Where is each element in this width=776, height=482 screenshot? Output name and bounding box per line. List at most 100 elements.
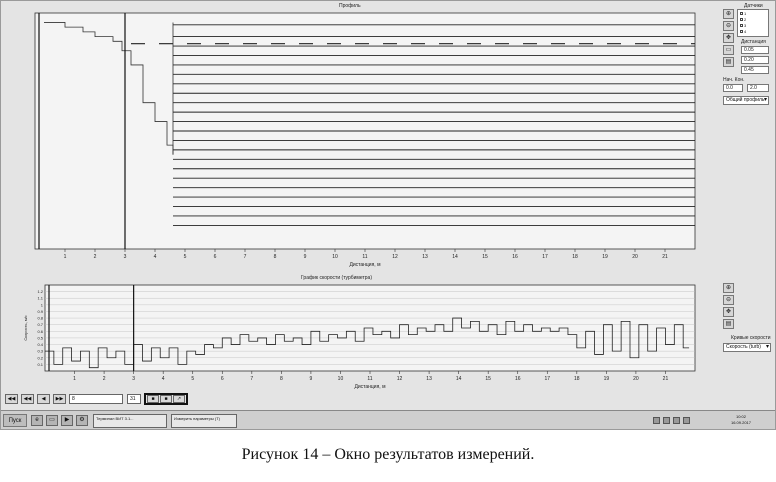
- y-tick-label: 0.5: [37, 335, 43, 340]
- zoom-in-icon: ⊕: [725, 285, 732, 291]
- back-button[interactable]: ◀: [37, 394, 50, 404]
- clock[interactable]: 10:02 16.09.2017: [731, 414, 751, 426]
- tray-volume-icon[interactable]: [663, 417, 670, 424]
- x-tick-label: 19: [602, 254, 608, 260]
- x-tick-label: 10: [332, 254, 338, 260]
- y-tick-label: 1.1: [37, 296, 43, 301]
- x-tick-label: 11: [362, 254, 367, 260]
- sensor-item[interactable]: 2: [740, 17, 746, 22]
- zoom-in-icon: ⊕: [725, 11, 732, 17]
- x-tick-label: 7: [244, 254, 247, 260]
- tray-power-icon[interactable]: [683, 417, 690, 424]
- sensor-item[interactable]: 3: [740, 23, 746, 28]
- figure-caption: Рисунок 14 – Окно результатов измерений.: [241, 446, 535, 463]
- profile-mode-select[interactable]: Общий профиль: [723, 96, 769, 105]
- x-tick-label: 1: [64, 254, 67, 260]
- fit-icon: ▭: [725, 47, 732, 53]
- distance-field-2[interactable]: 0.20: [741, 56, 769, 64]
- x-tick-label: 20: [632, 254, 638, 260]
- zoom-out-icon: ⊖: [725, 23, 732, 29]
- y-axis-label: Скорость, м/с: [23, 315, 28, 340]
- x-tick-label: 12: [397, 376, 403, 382]
- start-button[interactable]: Пуск: [3, 414, 27, 427]
- sensor-item[interactable]: 4: [740, 29, 746, 34]
- media-icon[interactable]: ▶: [61, 415, 73, 426]
- tool-c-button[interactable]: ↗: [173, 395, 185, 403]
- speed-chart[interactable]: 0.10.20.30.40.50.60.70.80.911.11.21 2 3 4 5 6…: [21, 281, 711, 391]
- distance-field-1[interactable]: 0.05: [741, 46, 769, 54]
- x-tick-label: 8: [274, 254, 277, 260]
- tool-a-button[interactable]: ■: [147, 395, 159, 403]
- y-tick-label: 0.9: [37, 309, 43, 314]
- x-tick-label: 14: [456, 376, 462, 382]
- task-terminal[interactable]: Терминал ВИТ 3.1...: [93, 414, 167, 428]
- tray-flag-icon[interactable]: [673, 417, 680, 424]
- speed-pan-button[interactable]: ✥: [723, 307, 734, 317]
- y-tick-label: 0.3: [37, 349, 43, 354]
- x-tick-label: 21: [662, 254, 668, 260]
- task-measure[interactable]: Измерить параметры (T): [171, 414, 237, 428]
- depth-start-field[interactable]: 0.0: [723, 84, 743, 92]
- depth-end-field[interactable]: 2.0: [747, 84, 769, 92]
- x-tick-label: 2: [103, 376, 106, 382]
- y-tick-label: 0.8: [37, 316, 43, 321]
- sensor-item[interactable]: 1: [740, 11, 746, 16]
- position-field[interactable]: 8: [69, 394, 123, 404]
- x-tick-label: 14: [452, 254, 458, 260]
- x-tick-label: 13: [422, 254, 428, 260]
- x-tick-label: 10: [338, 376, 344, 382]
- next-page-button[interactable]: ▶▶: [53, 394, 66, 404]
- clock-date: 16.09.2017: [730, 420, 751, 425]
- print-icon: ▤: [725, 321, 732, 327]
- pan-icon: ✥: [725, 35, 732, 41]
- y-tick-label: 0.2: [37, 355, 43, 360]
- pan-button[interactable]: ✥: [723, 33, 734, 43]
- y-tick-label: 0.4: [37, 342, 43, 347]
- x-tick-label: 16: [515, 376, 521, 382]
- tool-b-button[interactable]: ■: [160, 395, 172, 403]
- folder-icon[interactable]: ▭: [46, 415, 58, 426]
- x-tick-label: 4: [162, 376, 165, 382]
- profile-chart[interactable]: 1 2 3 4 5 6 7 8 9 10 11 12 13 14 15 16 17 18 19 20 21Дистанц…: [21, 9, 711, 269]
- x-tick-label: 9: [310, 376, 313, 382]
- speed-mode-select[interactable]: Скорость (turb): [723, 343, 771, 352]
- speed-curves-label: Кривые скорости: [731, 335, 771, 341]
- zoom-in-button[interactable]: ⊕: [723, 9, 734, 19]
- x-tick-label: 17: [544, 376, 550, 382]
- y-tick-label: 0.6: [37, 329, 43, 334]
- x-tick-label: 4: [154, 254, 157, 260]
- tray-network-icon[interactable]: [653, 417, 660, 424]
- x-tick-label: 18: [572, 254, 578, 260]
- zoom-out-icon: ⊖: [725, 297, 732, 303]
- fit-button[interactable]: ▭: [723, 45, 734, 55]
- distance-field-3[interactable]: 0.45: [741, 66, 769, 74]
- x-tick-label: 8: [280, 376, 283, 382]
- first-button[interactable]: ◀◀: [5, 394, 18, 404]
- speed-print-button[interactable]: ▤: [723, 319, 734, 329]
- x-tick-label: 13: [426, 376, 432, 382]
- distance-label: Дистанция: [741, 39, 766, 45]
- x-axis-label: Дистанция, м: [349, 262, 381, 268]
- x-axis-label: Дистанция, м: [354, 384, 386, 390]
- x-tick-label: 9: [304, 254, 307, 260]
- x-tick-label: 17: [542, 254, 548, 260]
- speed-zoom-out-button[interactable]: ⊖: [723, 295, 734, 305]
- print-icon: ▤: [725, 59, 732, 65]
- print-button[interactable]: ▤: [723, 57, 734, 67]
- settings-icon[interactable]: ⚙: [76, 415, 88, 426]
- ie-icon[interactable]: e: [31, 415, 43, 426]
- x-tick-label: 6: [214, 254, 217, 260]
- sensors-list[interactable]: 1 2 3 4: [737, 9, 769, 37]
- count-field[interactable]: 31: [127, 394, 141, 404]
- x-tick-label: 20: [633, 376, 639, 382]
- measurement-results-window: Профиль 1 2 3 4 5 6 7 8 9 10 11 12 13 14 15 16 17 18 19 20 2…: [0, 0, 776, 430]
- x-tick-label: 5: [191, 376, 194, 382]
- x-tick-label: 6: [221, 376, 224, 382]
- x-tick-label: 11: [367, 376, 372, 382]
- prev-page-button[interactable]: ◀◀: [21, 394, 34, 404]
- tool-button-group: ■ ■ ↗: [144, 393, 188, 405]
- zoom-out-button[interactable]: ⊖: [723, 21, 734, 31]
- x-tick-label: 5: [184, 254, 187, 260]
- navigation-toolbar: ◀◀ ◀◀ ◀ ▶▶ 8 31 ■ ■ ↗: [3, 393, 199, 405]
- speed-zoom-in-button[interactable]: ⊕: [723, 283, 734, 293]
